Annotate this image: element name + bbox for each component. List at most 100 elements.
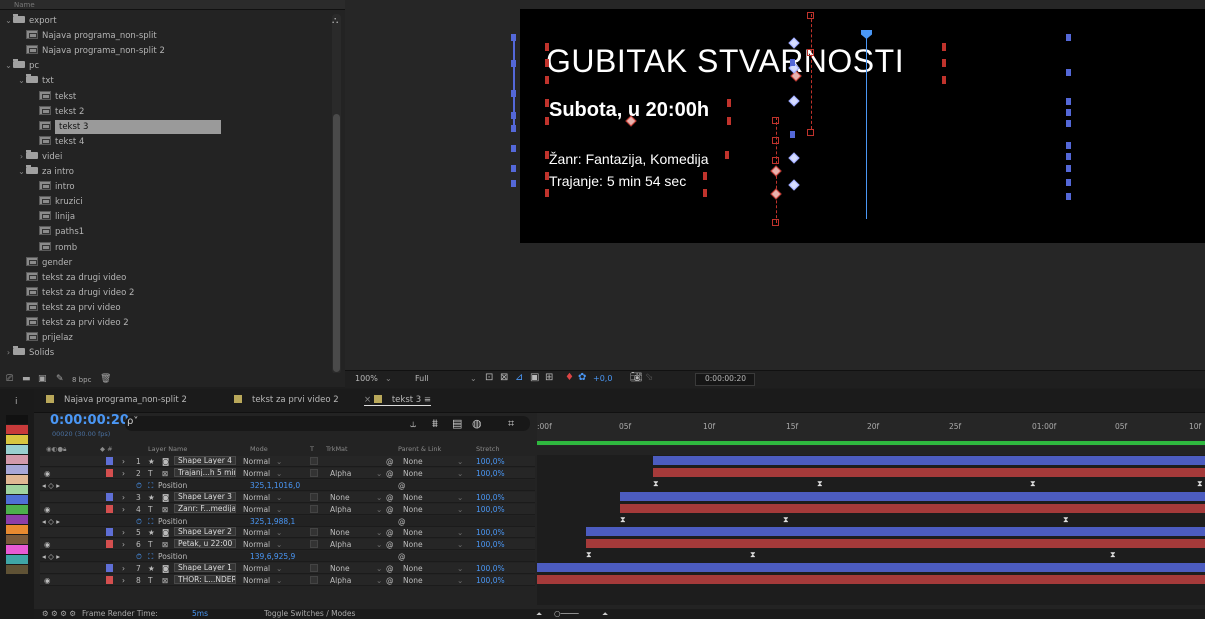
parent-column[interactable]: Parent & Link	[398, 445, 441, 453]
layer-label-color[interactable]	[106, 564, 113, 573]
blend-mode-select[interactable]: Normal	[243, 469, 270, 478]
preserve-transparency[interactable]	[310, 492, 318, 501]
chevron-down-icon[interactable]: ⌄	[276, 457, 282, 466]
project-folder[interactable]: ⌄ za intro	[0, 165, 332, 179]
keyframe-navigator[interactable]: ◂ ◇ ▸	[42, 517, 60, 526]
chevron-down-icon[interactable]: ⌄	[276, 469, 282, 478]
keyframe-marker[interactable]: ⧗	[620, 515, 626, 524]
label-swatch[interactable]	[6, 525, 28, 534]
chevron-down-icon[interactable]: ›	[122, 469, 125, 478]
frame-blending-icon[interactable]: ▤	[452, 417, 462, 430]
chevron-down-icon[interactable]: ⌄	[276, 564, 282, 573]
label-swatch[interactable]	[6, 555, 28, 564]
color-channel-icon[interactable]: ♦	[565, 372, 574, 383]
layer-duration-bar[interactable]	[653, 467, 1205, 477]
bbox-handle[interactable]	[727, 117, 731, 125]
parent-select[interactable]: None	[403, 576, 423, 585]
layer-label-color[interactable]	[106, 540, 113, 549]
label-swatch[interactable]	[6, 445, 28, 454]
graph-icon[interactable]: ⛶	[148, 552, 153, 562]
shape-handle[interactable]	[511, 180, 516, 187]
bbox-handle[interactable]	[703, 172, 707, 180]
layer-search-input[interactable]	[125, 416, 530, 431]
pickwhip-icon[interactable]: @	[398, 552, 406, 561]
trkmat-column[interactable]: TrkMat	[326, 445, 348, 453]
preserve-transparency[interactable]	[310, 528, 318, 537]
channel-icon[interactable]: ⊞	[545, 372, 553, 383]
keyframe-marker[interactable]: ⧗	[750, 551, 756, 559]
bbox-handle[interactable]	[725, 151, 729, 159]
chevron-down-icon[interactable]: ⌄	[376, 540, 382, 549]
shape-handle[interactable]	[1066, 153, 1071, 160]
layer-name-column[interactable]: Layer Name	[148, 445, 187, 453]
blend-mode-select[interactable]: Normal	[243, 540, 270, 549]
bbox-handle[interactable]	[545, 59, 549, 67]
graph-icon[interactable]: ⛶	[148, 517, 153, 527]
bbox-handle[interactable]	[545, 99, 549, 107]
layer-row[interactable]: ◉ › 2 T ⊠ Trajanj...h 5 min Normal ⌄ Alpha ⌄ @ None…	[40, 467, 535, 479]
project-comp[interactable]: gender	[0, 256, 332, 270]
chevron-down-icon[interactable]: ⌄	[276, 528, 282, 537]
parent-select[interactable]: None	[403, 540, 423, 549]
keyframe-marker[interactable]: ⧗	[653, 479, 659, 488]
shape-handle[interactable]	[1066, 34, 1071, 41]
shape-handle[interactable]	[790, 131, 795, 138]
chevron-down-icon[interactable]: ⌄	[376, 469, 382, 478]
track-matte-select[interactable]: Alpha	[330, 469, 351, 478]
zoom-slider[interactable]: ○────	[554, 609, 579, 618]
chevron-down-icon[interactable]: ⌄	[276, 493, 282, 502]
preserve-transparency[interactable]	[310, 457, 318, 465]
keyframe-marker[interactable]: ⧗	[586, 551, 592, 559]
layer-duration-bar[interactable]	[537, 575, 1205, 584]
chevron-down-icon[interactable]: ⌄	[376, 528, 382, 537]
trash-icon[interactable]: 🗑︎	[100, 374, 111, 384]
label-swatch[interactable]	[6, 505, 28, 514]
layer-row[interactable]: ◉ › 8 T ⊠ THOR: L...NDER Normal ⌄ Alpha ⌄ @ None ⌄ 10…	[40, 575, 535, 586]
bbox-handle[interactable]	[942, 76, 946, 84]
track-matte-select[interactable]: Alpha	[330, 505, 351, 514]
toggle-switches-button[interactable]: Toggle Switches / Modes	[264, 609, 355, 618]
chevron-down-icon[interactable]: ⌄	[17, 74, 26, 88]
label-swatch[interactable]	[6, 565, 28, 574]
scroll-thumb[interactable]	[333, 114, 340, 372]
project-comp[interactable]: tekst 4	[0, 135, 332, 149]
path-keyframe[interactable]	[807, 129, 814, 136]
layer-label-color[interactable]	[106, 457, 113, 465]
graph-icon[interactable]: ⛶	[148, 481, 153, 491]
track-matte-select[interactable]: Alpha	[330, 540, 351, 549]
label-swatch[interactable]	[6, 435, 28, 444]
shape-handle[interactable]	[1066, 109, 1071, 116]
graph-editor-icon[interactable]: ⌗	[508, 417, 514, 431]
label-swatch[interactable]	[6, 515, 28, 524]
keyframe-marker[interactable]: ⧗	[1197, 479, 1203, 488]
project-comp[interactable]: Najava programa_non-split	[0, 29, 332, 43]
property-row[interactable]: ◂ ◇ ▸ ⏱︎ ⛶ Position 139,6,925,9 @	[40, 551, 535, 563]
project-comp[interactable]: tekst za drugi video	[0, 271, 332, 285]
project-comp[interactable]: tekst za drugi video 2	[0, 286, 332, 300]
layer-label-color[interactable]	[106, 528, 113, 537]
layer-row[interactable]: ◉ › 6 T ⊠ Petak, u 22:00 Normal ⌄ Alpha ⌄ @ None ⌄ 10…	[40, 539, 535, 551]
keyframe-marker[interactable]: ⧗	[1030, 479, 1036, 488]
shape-anchor[interactable]	[788, 152, 800, 164]
chevron-right-icon[interactable]: ›	[122, 564, 125, 573]
chevron-down-icon[interactable]: ⌄	[457, 493, 463, 502]
chevron-right-icon[interactable]: ›	[122, 457, 125, 466]
track-matte-select[interactable]: None	[330, 493, 350, 502]
keyframe-marker[interactable]: ⧗	[1110, 551, 1116, 559]
property-value[interactable]: 325,1,1016,0	[250, 481, 300, 490]
layer-name[interactable]: Shape Layer 1	[174, 563, 236, 573]
layer-label-color[interactable]	[106, 492, 113, 501]
shy-layers-icon[interactable]: ⩩	[432, 417, 438, 431]
chevron-down-icon[interactable]: ⌄	[376, 493, 382, 502]
project-comp[interactable]: paths1	[0, 225, 332, 239]
chevron-down-icon[interactable]: ⌄	[470, 374, 477, 383]
shape-handle[interactable]	[1066, 165, 1071, 172]
chevron-right-icon[interactable]: ›	[122, 528, 125, 537]
project-comp[interactable]: prijelaz	[0, 331, 332, 345]
path-keyframe[interactable]	[807, 12, 814, 19]
mask-visibility-icon[interactable]: ⊿	[515, 372, 523, 383]
label-swatch[interactable]	[6, 465, 28, 474]
preserve-transparency[interactable]	[310, 564, 318, 573]
label-swatch[interactable]	[6, 495, 28, 504]
preserve-transparency[interactable]	[310, 468, 318, 477]
